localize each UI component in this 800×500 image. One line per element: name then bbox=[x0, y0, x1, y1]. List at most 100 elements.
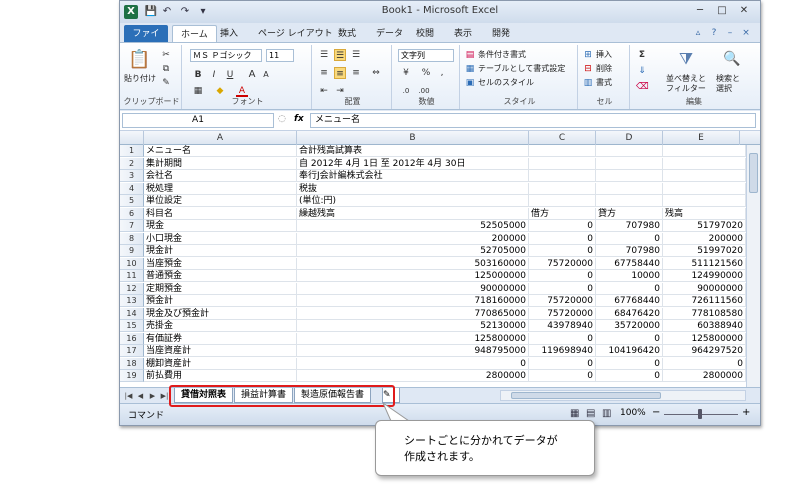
paste-icon[interactable]: 📋 bbox=[128, 49, 150, 71]
tab-developer[interactable]: 開発 bbox=[484, 25, 518, 43]
cell-e[interactable]: 124990000 bbox=[663, 270, 746, 282]
cell-c[interactable]: 0 bbox=[529, 232, 596, 245]
cell-c[interactable]: 0 bbox=[529, 220, 596, 232]
shrink-font-button[interactable]: A bbox=[260, 69, 272, 81]
cell-a[interactable]: 現金及び預金計 bbox=[144, 307, 297, 320]
cell-d[interactable] bbox=[596, 170, 663, 182]
insert-cells-button[interactable]: 挿入 bbox=[596, 49, 612, 61]
align-center-icon[interactable]: ≡ bbox=[334, 67, 346, 79]
cell-b[interactable]: 200000 bbox=[297, 232, 529, 245]
align-middle-icon[interactable]: ☰ bbox=[334, 49, 346, 61]
scroll-thumb[interactable] bbox=[749, 153, 758, 193]
cell-d[interactable] bbox=[596, 195, 663, 207]
comma-button[interactable]: , bbox=[436, 67, 448, 79]
cell-a[interactable]: 有価証券 bbox=[144, 332, 297, 345]
zoom-level[interactable]: 100% bbox=[620, 408, 646, 418]
page-break-view-icon[interactable]: ▥ bbox=[602, 408, 611, 419]
cell-a[interactable]: 科目名 bbox=[144, 207, 297, 220]
row-header[interactable]: 9 bbox=[120, 245, 144, 257]
row-header[interactable]: 5 bbox=[120, 195, 144, 207]
cell-c[interactable] bbox=[529, 182, 596, 195]
cell-a[interactable]: 税処理 bbox=[144, 182, 297, 195]
cell-a[interactable]: 定期預金 bbox=[144, 282, 297, 295]
format-cells-button[interactable]: 書式 bbox=[596, 77, 612, 89]
cell-d[interactable]: 68476420 bbox=[596, 307, 663, 320]
cell-c[interactable]: 借方 bbox=[529, 207, 596, 220]
italic-button[interactable]: I bbox=[208, 69, 220, 81]
format-as-table-button[interactable]: テーブルとして書式設定 bbox=[478, 63, 565, 75]
cell-b[interactable]: 自 2012年 4月 1日 至 2012年 4月 30日 bbox=[297, 157, 529, 170]
cell-b[interactable]: 合計残高試算表 bbox=[297, 145, 529, 157]
row-header[interactable]: 16 bbox=[120, 332, 144, 345]
cell-e[interactable]: 778108580 bbox=[663, 307, 746, 320]
delete-cells-button[interactable]: 削除 bbox=[596, 63, 612, 75]
cell-d[interactable]: 10000 bbox=[596, 270, 663, 282]
cell-c[interactable] bbox=[529, 145, 596, 157]
select-all-corner[interactable] bbox=[120, 131, 144, 145]
cell-a[interactable]: メニュー名 bbox=[144, 145, 297, 157]
cell-c[interactable]: 119698940 bbox=[529, 345, 596, 357]
font-size-combo[interactable]: 11 bbox=[266, 49, 294, 62]
cell-a[interactable]: 前払費用 bbox=[144, 370, 297, 382]
cell-d[interactable] bbox=[596, 182, 663, 195]
row-header[interactable]: 19 bbox=[120, 370, 144, 382]
minimize-ribbon-icon[interactable]: ▵ bbox=[692, 27, 704, 39]
zoom-slider-thumb[interactable] bbox=[698, 409, 702, 419]
cell-e[interactable]: 51997020 bbox=[663, 245, 746, 257]
cell-a[interactable]: 当座預金 bbox=[144, 257, 297, 270]
column-header[interactable]: E bbox=[663, 131, 740, 145]
horizontal-scrollbar[interactable] bbox=[500, 390, 746, 401]
clear-icon[interactable]: ⌫ bbox=[636, 81, 649, 93]
cell-e[interactable]: 511121560 bbox=[663, 257, 746, 270]
cell-d[interactable]: 67758440 bbox=[596, 257, 663, 270]
row-header[interactable]: 7 bbox=[120, 220, 144, 232]
spreadsheet-grid[interactable]: A B C D E 1 メニュー名 合計残高試算表 2 集計期間自 2012年 4月 1… bbox=[120, 131, 760, 387]
cell-c[interactable] bbox=[529, 195, 596, 207]
last-sheet-icon[interactable]: ▶| bbox=[160, 390, 169, 402]
find-select-icon[interactable]: 🔍 bbox=[722, 49, 742, 69]
percent-button[interactable]: % bbox=[420, 67, 432, 79]
row-header[interactable]: 6 bbox=[120, 207, 144, 220]
row-header[interactable]: 12 bbox=[120, 282, 144, 295]
cell-e[interactable] bbox=[663, 145, 746, 157]
cell-c[interactable]: 0 bbox=[529, 270, 596, 282]
cell-d[interactable]: 104196420 bbox=[596, 345, 663, 357]
cut-icon[interactable]: ✂ bbox=[160, 49, 172, 61]
cell-a[interactable]: 単位設定 bbox=[144, 195, 297, 207]
format-painter-icon[interactable]: ✎ bbox=[160, 77, 172, 89]
cell-a[interactable]: 現金計 bbox=[144, 245, 297, 257]
cell-e[interactable]: 0 bbox=[663, 357, 746, 370]
cell-a[interactable]: 普通預金 bbox=[144, 270, 297, 282]
cell-c[interactable]: 75720000 bbox=[529, 307, 596, 320]
cell-b[interactable]: 90000000 bbox=[297, 282, 529, 295]
maximize-button[interactable]: □ bbox=[712, 4, 732, 18]
cell-d[interactable]: 0 bbox=[596, 332, 663, 345]
cell-c[interactable]: 0 bbox=[529, 332, 596, 345]
tab-page-layout[interactable]: ページ レイアウト bbox=[250, 25, 341, 43]
sort-filter-label-2[interactable]: フィルター bbox=[666, 83, 706, 95]
cell-e[interactable]: 200000 bbox=[663, 232, 746, 245]
row-header[interactable]: 14 bbox=[120, 307, 144, 320]
cell-b[interactable]: 948795000 bbox=[297, 345, 529, 357]
cell-a[interactable]: 預金計 bbox=[144, 295, 297, 307]
cell-d[interactable]: 35720000 bbox=[596, 320, 663, 332]
underline-button[interactable]: U bbox=[224, 69, 236, 81]
copy-icon[interactable]: ⧉ bbox=[160, 63, 172, 75]
number-format-combo[interactable]: 文字列 bbox=[398, 49, 454, 62]
h-scroll-thumb[interactable] bbox=[511, 392, 661, 399]
cell-e[interactable]: 726111560 bbox=[663, 295, 746, 307]
tab-view[interactable]: 表示 bbox=[446, 25, 480, 43]
grow-font-button[interactable]: A bbox=[246, 69, 258, 81]
row-header[interactable]: 4 bbox=[120, 182, 144, 195]
cell-d[interactable]: 67768440 bbox=[596, 295, 663, 307]
cell-d[interactable]: 貸方 bbox=[596, 207, 663, 220]
cell-c[interactable]: 43978940 bbox=[529, 320, 596, 332]
cell-e[interactable]: 2800000 bbox=[663, 370, 746, 382]
cell-a[interactable]: 会社名 bbox=[144, 170, 297, 182]
cell-e[interactable] bbox=[663, 170, 746, 182]
cell-c[interactable]: 0 bbox=[529, 282, 596, 295]
formula-cancel-icon[interactable]: ◌ bbox=[278, 114, 286, 124]
row-header[interactable]: 8 bbox=[120, 232, 144, 245]
cell-c[interactable]: 0 bbox=[529, 245, 596, 257]
cell-a[interactable]: 棚卸資産計 bbox=[144, 357, 297, 370]
